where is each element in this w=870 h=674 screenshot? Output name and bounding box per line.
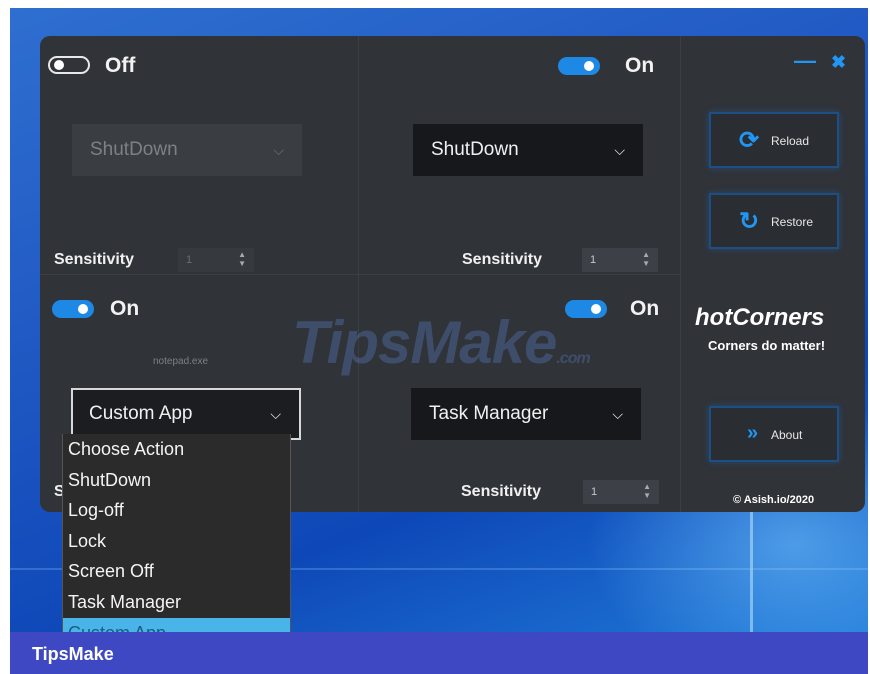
restore-icon: ↻: [739, 208, 760, 235]
copyright-text: © Asish.io/2020: [733, 494, 815, 506]
select-value: Custom App: [89, 403, 193, 424]
spinner-value: 1: [590, 254, 597, 266]
action-select-bottom-left[interactable]: Custom App ⌵: [71, 388, 301, 440]
chevron-down-icon: ⌵: [270, 406, 281, 422]
toggle-label-bottom-left: On: [110, 297, 140, 320]
double-chevron-icon: »: [747, 422, 759, 444]
spinner-arrows-icon[interactable]: ▲ ▼: [642, 250, 650, 268]
divider-horizontal: [40, 274, 680, 275]
footer-label: TipsMake: [32, 644, 114, 664]
footer-bar: TipsMake: [10, 632, 868, 674]
restore-button[interactable]: ↻ Restore: [709, 193, 839, 249]
dropdown-option[interactable]: Screen Off: [63, 556, 290, 587]
action-select-bottom-right[interactable]: Task Manager ⌵: [411, 388, 641, 440]
spinner-arrows-icon[interactable]: ▲ ▼: [238, 250, 246, 268]
sensitivity-spinner-bottom-right[interactable]: 1 ▲ ▼: [583, 480, 659, 504]
toggle-bottom-left[interactable]: [52, 300, 94, 318]
divider-vertical-2: [680, 36, 681, 512]
about-label: About: [771, 428, 803, 442]
toggle-label-top-left: Off: [105, 54, 136, 77]
minimize-icon[interactable]: —: [794, 48, 816, 74]
toggle-label-bottom-right: On: [630, 297, 660, 320]
select-value: ShutDown: [431, 139, 519, 160]
action-dropdown-list: Choose Action ShutDown Log-off Lock Scre…: [62, 434, 291, 632]
restore-label: Restore: [771, 215, 814, 229]
watermark-suffix: .com: [556, 350, 590, 367]
dropdown-option[interactable]: ShutDown: [63, 465, 290, 496]
dropdown-option[interactable]: Task Manager: [63, 587, 290, 618]
sensitivity-label-top-left: Sensitivity: [54, 251, 135, 268]
reload-label: Reload: [771, 134, 810, 148]
sensitivity-label-bottom-right: Sensitivity: [461, 483, 542, 500]
spinner-value: 1: [186, 254, 193, 266]
sensitivity-spinner-top-left[interactable]: 1 ▲ ▼: [178, 248, 254, 272]
toggle-label-top-right: On: [625, 54, 655, 77]
select-value: Task Manager: [429, 403, 549, 424]
about-button[interactable]: » About: [709, 406, 839, 462]
toggle-knob: [591, 304, 601, 314]
toggle-top-right[interactable]: [558, 57, 600, 75]
close-icon[interactable]: ✖: [831, 52, 846, 73]
chevron-down-icon: ⌵: [612, 406, 623, 422]
select-value: ShutDown: [90, 139, 178, 160]
sensitivity-spinner-top-right[interactable]: 1 ▲ ▼: [582, 248, 658, 272]
toggle-knob: [54, 60, 64, 70]
action-select-top-right[interactable]: ShutDown ⌵: [413, 124, 643, 176]
chevron-down-icon: ⌵: [614, 142, 625, 158]
watermark-main: TipsMake: [292, 309, 557, 376]
chevron-down-icon: ⌵: [273, 142, 284, 158]
reload-icon: ⟳: [739, 127, 760, 154]
watermark: TipsMake.com: [292, 308, 591, 377]
sensitivity-label-top-right: Sensitivity: [462, 251, 543, 268]
dropdown-option[interactable]: Log-off: [63, 495, 290, 526]
custom-app-path: notepad.exe: [153, 356, 209, 367]
reload-button[interactable]: ⟳ Reload: [709, 112, 839, 168]
app-tagline: Corners do matter!: [708, 338, 826, 353]
spinner-arrows-icon[interactable]: ▲ ▼: [643, 482, 651, 500]
app-brand-title: hotCorners: [695, 304, 825, 331]
toggle-knob: [584, 61, 594, 71]
dropdown-option-selected[interactable]: Custom App: [63, 617, 290, 632]
spinner-value: 1: [591, 486, 598, 498]
toggle-knob: [78, 304, 88, 314]
action-select-top-left[interactable]: ShutDown ⌵: [72, 124, 302, 176]
dropdown-option[interactable]: Choose Action: [63, 434, 290, 465]
toggle-top-left[interactable]: [48, 56, 90, 74]
dropdown-option[interactable]: Lock: [63, 526, 290, 557]
